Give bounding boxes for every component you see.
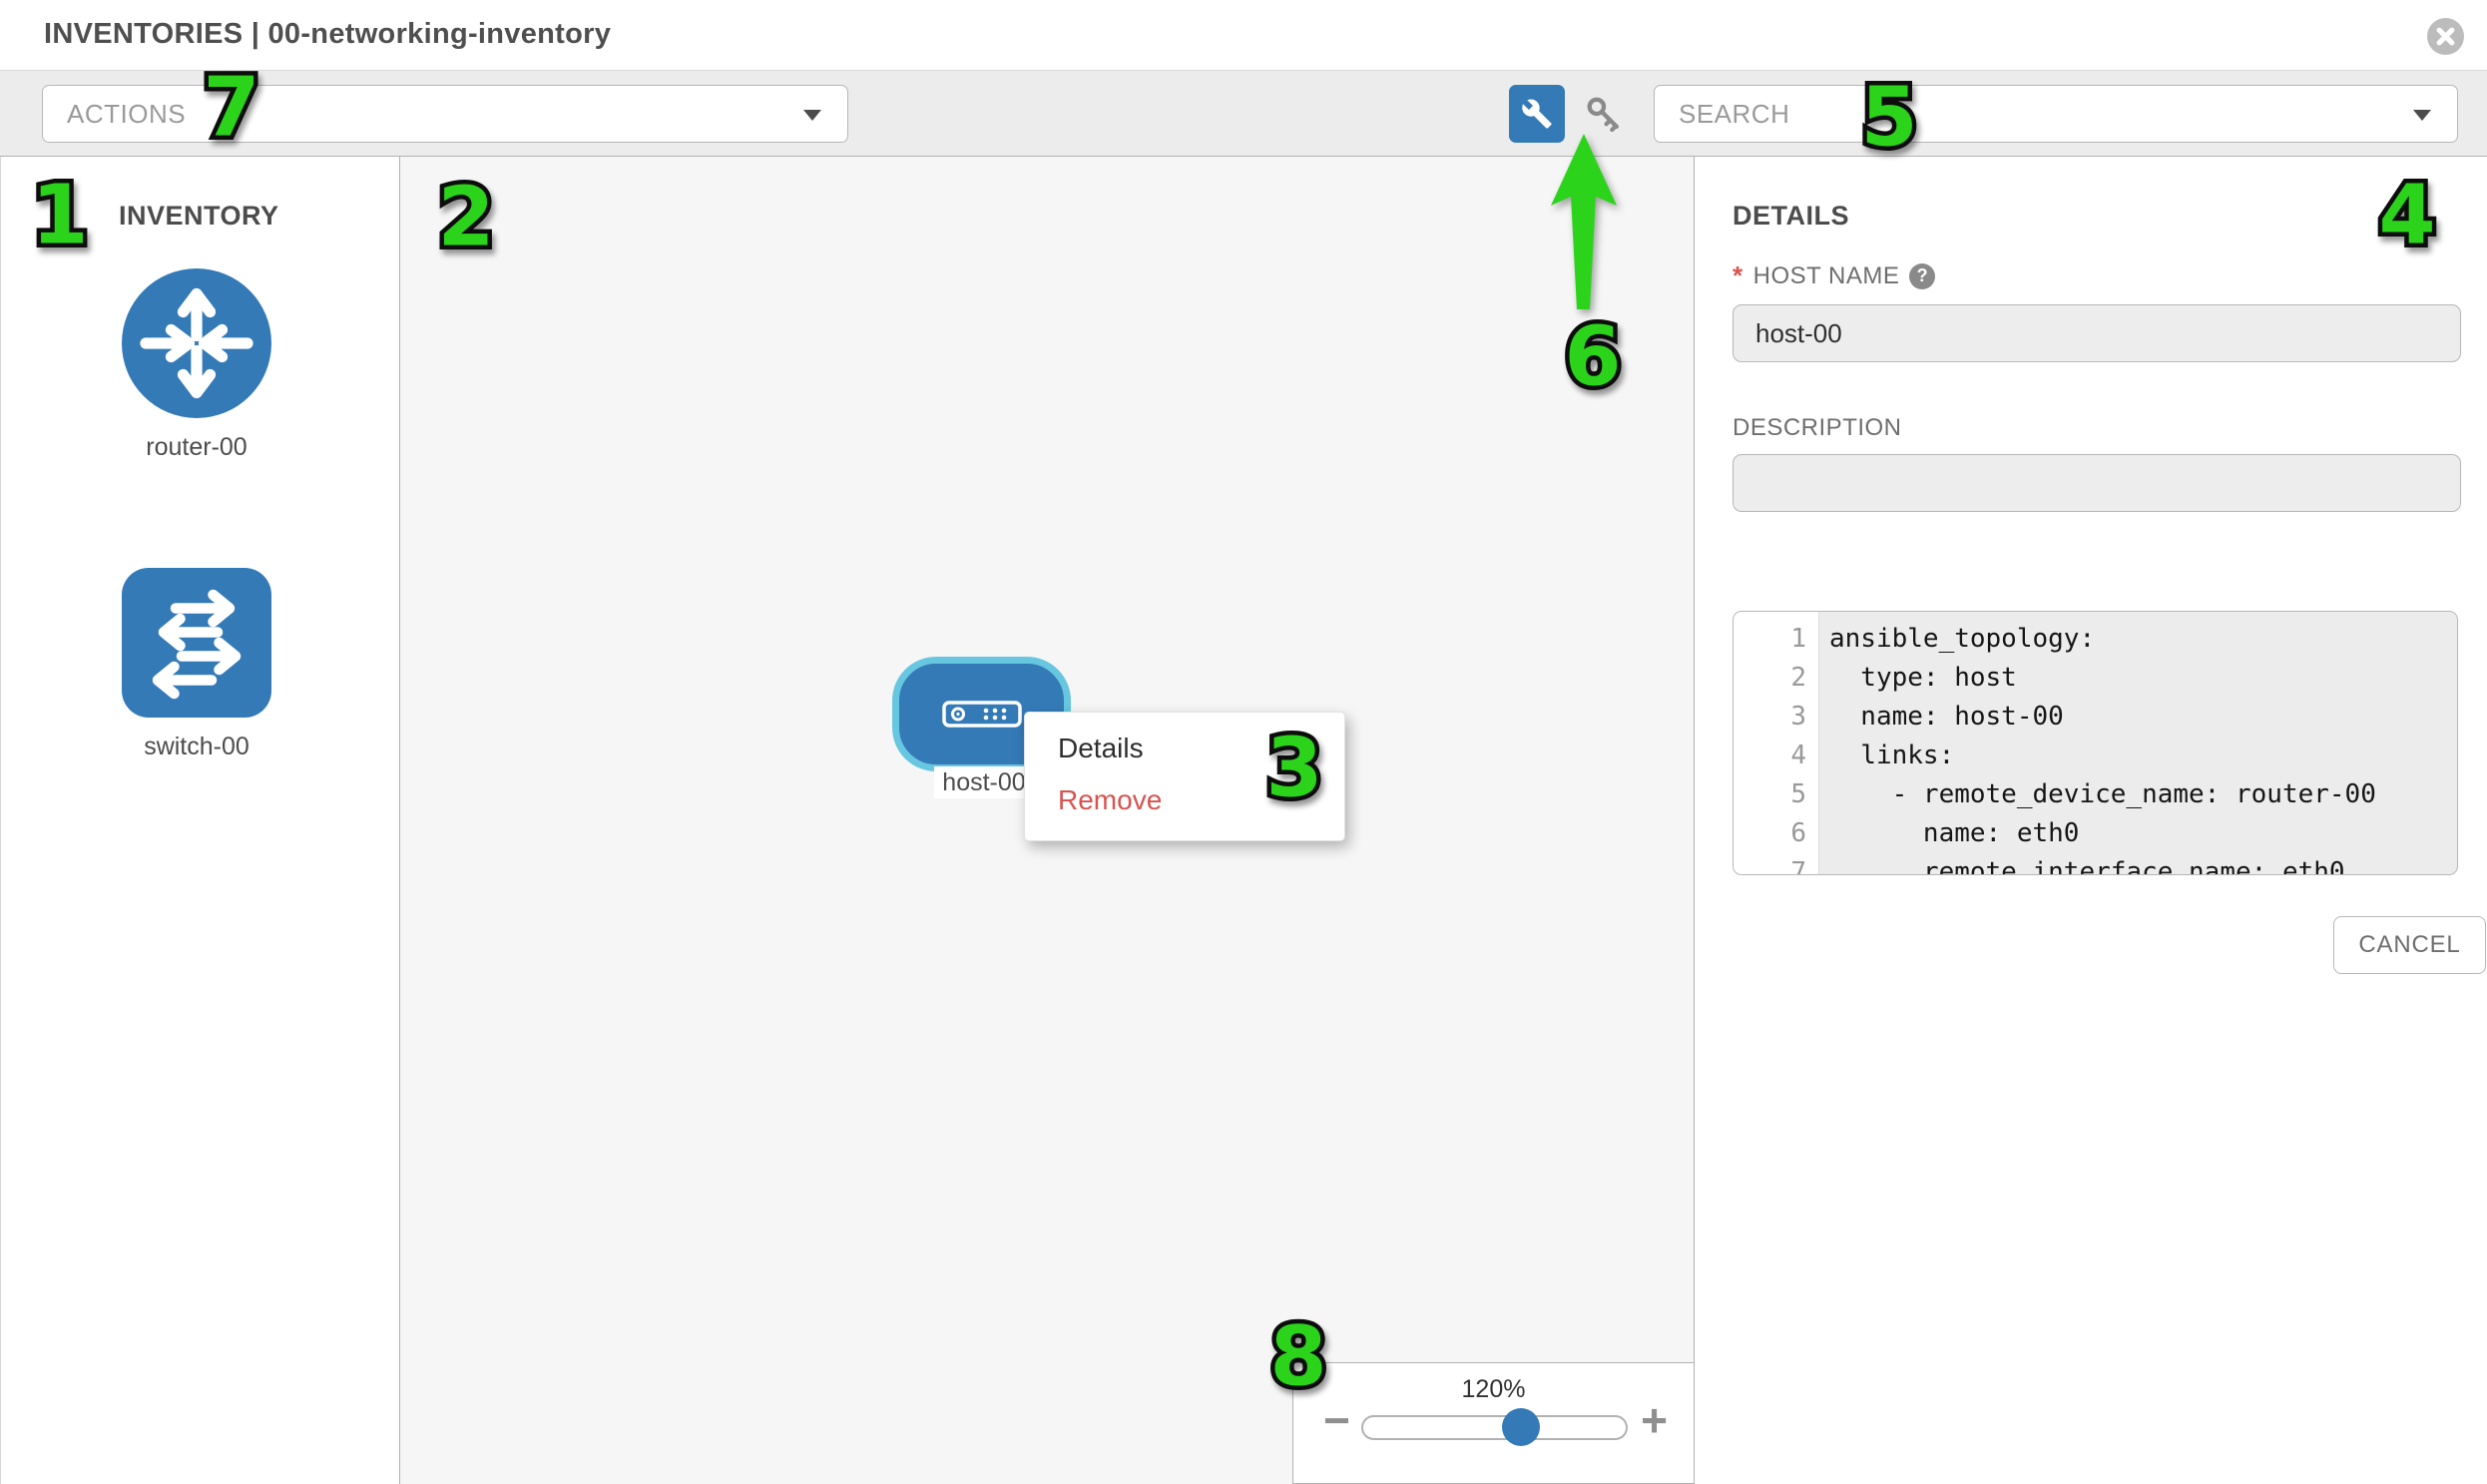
sidebar-item-router[interactable]: router-00 <box>97 268 296 462</box>
details-panel: DETAILS * HOST NAME ? DESCRIPTION VARIAB… <box>1694 157 2487 1484</box>
sidebar-item-switch[interactable]: switch-00 <box>97 568 296 761</box>
chevron-down-icon <box>2413 110 2431 121</box>
search-dropdown[interactable]: SEARCH <box>1654 85 2458 143</box>
annotation-7: 7 <box>203 61 259 156</box>
close-icon <box>2435 26 2456 47</box>
inventory-topology-page: INVENTORIES | 00-networking-inventory AC… <box>0 0 2487 1484</box>
page-title: INVENTORIES | 00-networking-inventory <box>44 18 611 51</box>
line-number: 7 <box>1734 853 1819 875</box>
line-text: name: host-00 <box>1819 698 2064 737</box>
code-line: 4 links: <box>1734 737 2457 775</box>
line-text: links: <box>1819 737 1954 775</box>
sidebar-item-label: switch-00 <box>97 733 296 761</box>
description-label-row: DESCRIPTION <box>1733 414 1902 442</box>
annotation-8: 8 <box>1269 1310 1326 1405</box>
search-dropdown-label: SEARCH <box>1679 99 1789 130</box>
annotation-3: 3 <box>1265 722 1322 816</box>
help-icon[interactable]: ? <box>1909 263 1935 289</box>
header: INVENTORIES | 00-networking-inventory <box>0 0 2487 70</box>
line-text: name: eth0 <box>1819 814 2079 853</box>
close-button[interactable] <box>2427 18 2464 55</box>
switch-icon <box>122 568 271 718</box>
toolbar-key-button[interactable] <box>1583 93 1625 135</box>
topology-canvas[interactable]: host-00 Details Remove 120% − + <box>400 157 1694 1484</box>
zoom-control: 120% − + <box>1292 1362 1694 1484</box>
zoom-out-button[interactable]: − <box>1323 1397 1350 1443</box>
code-line: 6 name: eth0 <box>1734 814 2457 853</box>
host-icon <box>942 701 1022 728</box>
details-panel-title: DETAILS <box>1733 201 1849 232</box>
line-text: ansible_topology: <box>1819 620 2095 659</box>
annotation-1: 1 <box>31 169 88 263</box>
host-name-input[interactable] <box>1733 304 2461 362</box>
line-number: 5 <box>1734 775 1819 814</box>
line-number: 4 <box>1734 737 1819 775</box>
code-line: 1ansible_topology: <box>1734 620 2457 659</box>
annotation-6: 6 <box>1564 310 1621 405</box>
actions-dropdown[interactable]: ACTIONS <box>42 85 848 143</box>
chevron-down-icon <box>803 110 821 121</box>
annotation-4: 4 <box>2378 169 2435 263</box>
cancel-button[interactable]: CANCEL <box>2333 916 2486 974</box>
host-node-label: host-00 <box>934 766 1034 798</box>
annotation-arrow-up-icon <box>1545 130 1625 314</box>
zoom-in-button[interactable]: + <box>1641 1397 1668 1443</box>
host-name-label: HOST NAME <box>1753 262 1900 290</box>
line-number: 3 <box>1734 698 1819 737</box>
host-name-label-row: * HOST NAME ? <box>1733 260 1935 291</box>
line-text: type: host <box>1819 659 2017 698</box>
required-asterisk: * <box>1733 260 1743 291</box>
line-number: 6 <box>1734 814 1819 853</box>
zoom-slider-track[interactable] <box>1361 1415 1628 1440</box>
toolbar: ACTIONS SEARCH <box>0 70 2487 157</box>
inventory-sidebar-title: INVENTORY <box>119 201 279 232</box>
description-label: DESCRIPTION <box>1733 414 1902 442</box>
zoom-slider-thumb[interactable] <box>1502 1408 1540 1446</box>
actions-dropdown-label: ACTIONS <box>67 99 186 130</box>
line-number: 1 <box>1734 620 1819 659</box>
description-input[interactable] <box>1733 454 2461 512</box>
zoom-level-value: 120% <box>1293 1375 1694 1404</box>
code-line: 3 name: host-00 <box>1734 698 2457 737</box>
line-number: 2 <box>1734 659 1819 698</box>
router-icon <box>122 268 271 418</box>
annotation-5: 5 <box>1860 71 1917 166</box>
key-icon <box>1584 94 1624 134</box>
line-text: remote_interface_name: eth0 <box>1819 853 2345 875</box>
code-line: 7 remote_interface_name: eth0 <box>1734 853 2457 875</box>
line-text: - remote_device_name: router-00 <box>1819 775 2376 814</box>
code-line: 5 - remote_device_name: router-00 <box>1734 775 2457 814</box>
wrench-icon <box>1521 98 1553 130</box>
sidebar-item-label: router-00 <box>97 433 296 462</box>
variables-code-editor[interactable]: 1ansible_topology: 2 type: host 3 name: … <box>1733 611 2458 875</box>
annotation-2: 2 <box>437 171 494 265</box>
inventory-sidebar: INVENTORY router-00 <box>0 157 400 1484</box>
code-line: 2 type: host <box>1734 659 2457 698</box>
